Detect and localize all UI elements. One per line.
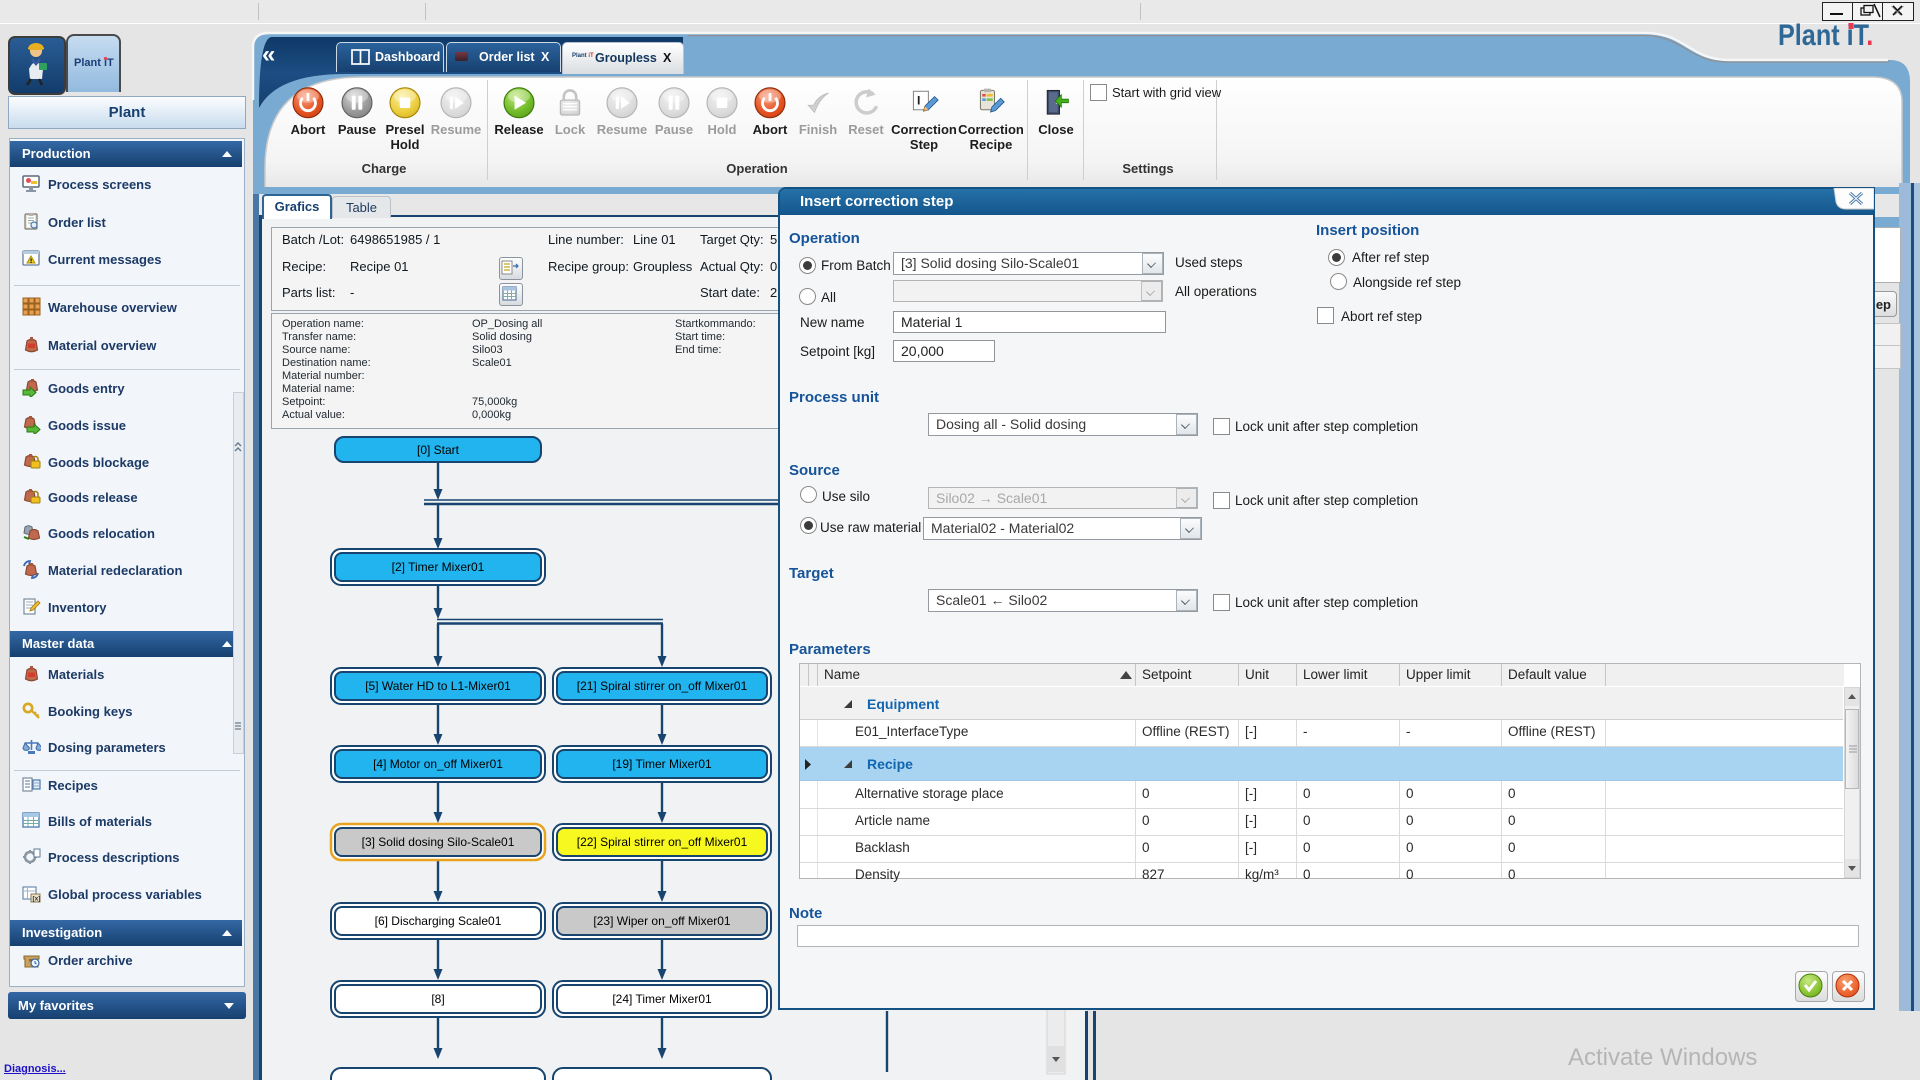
svg-text:I: I xyxy=(917,93,920,107)
svg-text:[19] Timer Mixer01: [19] Timer Mixer01 xyxy=(612,757,712,771)
svg-text:[22] Spiral stirrer on_off Mix: [22] Spiral stirrer on_off Mixer01 xyxy=(577,835,748,849)
svg-text:[8]: [8] xyxy=(431,992,444,1006)
svg-text:[x]: [x] xyxy=(33,896,41,903)
svg-text:[0] Start: [0] Start xyxy=(417,443,460,457)
svg-text:[2] Timer Mixer01: [2] Timer Mixer01 xyxy=(392,560,485,574)
svg-text:«: « xyxy=(262,41,275,68)
svg-text:[6] Discharging Scale01: [6] Discharging Scale01 xyxy=(375,914,502,928)
svg-text:[3] Solid dosing Silo-Scale01: [3] Solid dosing Silo-Scale01 xyxy=(362,835,515,849)
svg-text:[24] Timer Mixer01: [24] Timer Mixer01 xyxy=(612,992,712,1006)
svg-text:[5] Water HD to L1-Mixer01: [5] Water HD to L1-Mixer01 xyxy=(365,679,511,693)
svg-text:[21] Spiral stirrer on_off Mix: [21] Spiral stirrer on_off Mixer01 xyxy=(577,679,748,693)
svg-text:[23] Wiper on_off Mixer01: [23] Wiper on_off Mixer01 xyxy=(593,914,731,928)
svg-text:[4] Motor on_off Mixer01: [4] Motor on_off Mixer01 xyxy=(373,757,503,771)
